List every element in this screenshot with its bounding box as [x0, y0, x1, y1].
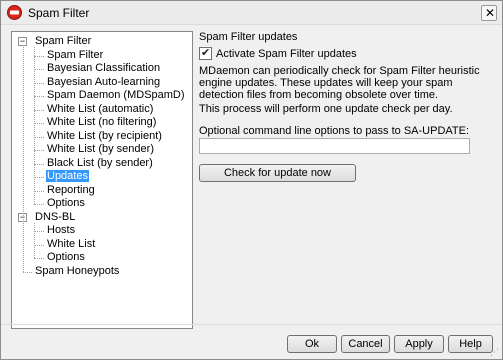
tree-connector [34, 231, 44, 232]
tree-item[interactable]: Reporting [46, 184, 96, 197]
tree-connector [34, 204, 44, 205]
footer-divider [1, 324, 502, 325]
tree-item[interactable]: Updates [46, 170, 89, 183]
tree-connector [34, 177, 44, 178]
collapse-icon[interactable]: − [18, 37, 27, 46]
settings-tree[interactable]: Spam Filter − Spam Filter Bayesian Classifi… [11, 31, 193, 329]
tree-item[interactable]: White List (by sender) [46, 143, 155, 156]
tree-item-label: Options [47, 197, 85, 209]
tree-connector [34, 109, 44, 111]
window-title: Spam Filter [28, 6, 90, 20]
tree-item-label: Reporting [47, 183, 95, 196]
tree-item-label: Spam Honeypots [35, 264, 120, 277]
close-button[interactable]: ✕ [481, 5, 497, 21]
frequency-note: This process will perform one update che… [199, 103, 453, 115]
tree-connector [34, 244, 44, 246]
updates-description: MDaemon can periodically check for Spam … [199, 65, 480, 101]
tree-item[interactable]: Bayesian Classification [46, 62, 161, 75]
title-bar[interactable]: Spam Filter ✕ [1, 1, 502, 25]
tree-connector [34, 55, 44, 57]
tree-connector [34, 96, 44, 97]
tree-connector [23, 271, 32, 273]
tree-connector [34, 136, 44, 138]
ok-button[interactable]: Ok [287, 335, 337, 353]
tree-item[interactable]: Options [46, 251, 86, 264]
tree-connector [23, 47, 24, 272]
tree-connector [34, 222, 35, 258]
cancel-button[interactable]: Cancel [341, 335, 390, 353]
tree-item[interactable]: Spam Honeypots [34, 265, 120, 278]
activate-updates-row[interactable]: ✔ Activate Spam Filter updates [199, 47, 357, 60]
tree-item-label: Spam Daemon (MDSpamD) [47, 89, 185, 101]
tree-item[interactable]: Spam Daemon (MDSpamD) [46, 89, 186, 102]
resize-grip-icon[interactable]: ⋰ [490, 347, 500, 357]
activate-updates-label[interactable]: Activate Spam Filter updates [216, 48, 357, 60]
options-label: Optional command line options to pass to… [199, 125, 470, 137]
tree-item-label: Spam Filter [35, 35, 92, 47]
tree-item-label: White List [47, 237, 96, 250]
tree-connector [34, 150, 44, 151]
tree-item-label: Bayesian Auto-learning [47, 75, 161, 88]
tree-item[interactable]: Bayesian Auto-learning [46, 76, 161, 89]
tree-item[interactable]: DNS-BL [34, 211, 76, 224]
tree-item[interactable]: White List (by recipient) [46, 130, 163, 143]
spam-filter-window: Spam Filter ✕ Spam Filter − Spam Filter Bay… [0, 0, 503, 360]
tree-item-label: White List (by sender) [47, 143, 154, 155]
tree-item[interactable]: Spam Filter [46, 49, 104, 62]
spam-filter-icon [7, 5, 22, 20]
tree-item-label: Hosts [47, 224, 76, 236]
tree-item-label: Updates [46, 170, 89, 182]
close-icon: ✕ [485, 6, 496, 20]
apply-button[interactable]: Apply [394, 335, 444, 353]
tree-connector [34, 47, 35, 204]
tree-connector [34, 82, 44, 84]
tree-item-label: Spam Filter [47, 48, 104, 61]
help-button[interactable]: Help [448, 335, 493, 353]
checkmark-icon: ✔ [201, 47, 211, 59]
sa-update-options-input[interactable] [199, 138, 470, 154]
tree-item[interactable]: White List (no filtering) [46, 116, 157, 129]
tree-item[interactable]: White List (automatic) [46, 103, 154, 116]
tree-item-label: Options [47, 251, 85, 263]
tree-item-label: White List (by recipient) [47, 129, 162, 142]
tree-item-label: Black List (by sender) [47, 156, 153, 169]
tree-connector [34, 69, 44, 70]
group-title: Spam Filter updates [199, 31, 298, 43]
tree-connector [34, 163, 44, 165]
tree-connector [34, 258, 44, 259]
tree-item[interactable]: Hosts [46, 224, 76, 237]
activate-updates-checkbox[interactable]: ✔ [199, 47, 212, 60]
tree-item[interactable]: Spam Filter [34, 35, 92, 48]
tree-item[interactable]: Options [46, 197, 86, 210]
tree-item[interactable]: Black List (by sender) [46, 157, 154, 170]
tree-connector [34, 123, 44, 124]
tree-item-label: Bayesian Classification [47, 62, 161, 74]
tree-connector [34, 190, 44, 192]
tree-item[interactable]: White List [46, 238, 96, 251]
tree-item-label: White List (automatic) [47, 102, 154, 115]
tree-item-label: DNS-BL [35, 210, 76, 223]
tree-item-label: White List (no filtering) [47, 116, 157, 128]
check-for-update-button[interactable]: Check for update now [199, 164, 356, 182]
